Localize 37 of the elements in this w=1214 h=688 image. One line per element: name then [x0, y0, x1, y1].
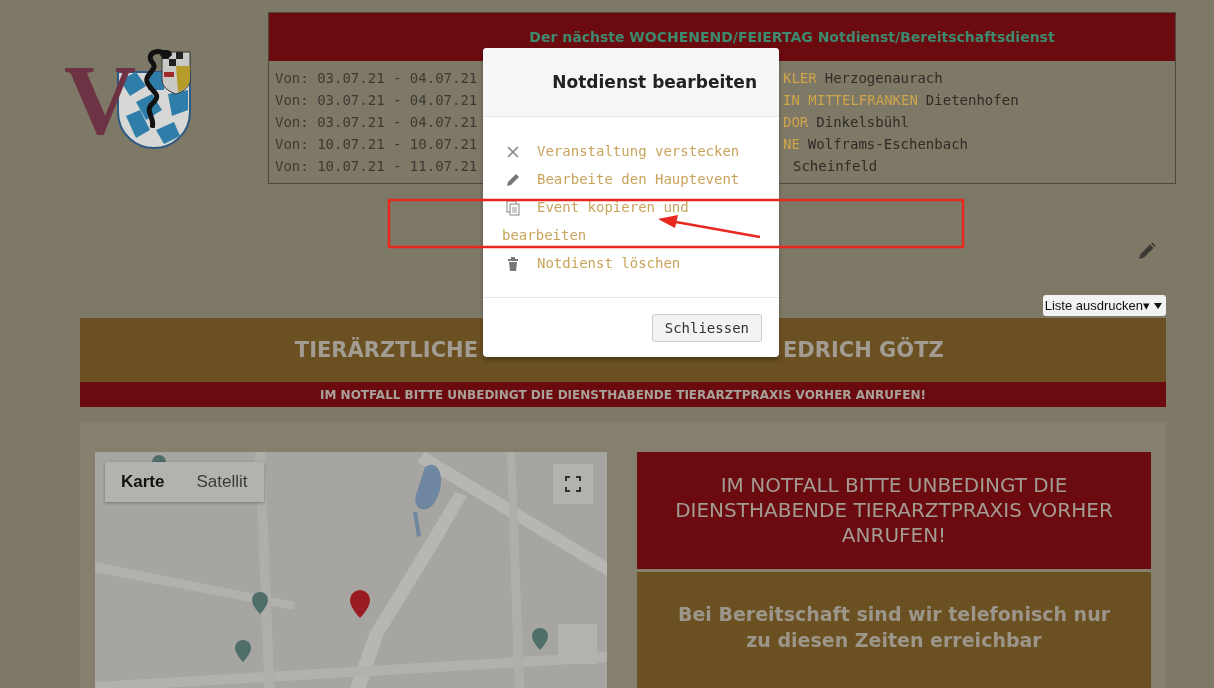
map-type-tab[interactable]: Satellit [180, 462, 264, 502]
banner-title: TIERÄRZTLICHE [294, 338, 478, 362]
clinic-name[interactable]: KLER [783, 70, 817, 86]
dialog-action-link[interactable]: Notdienst löschen [502, 249, 760, 277]
close-icon [505, 144, 521, 160]
dialog-action-link[interactable]: Event kopieren und bearbeiten [502, 193, 760, 249]
pencil-icon [505, 172, 521, 188]
date-range: Von: 03.07.21 - 04.07.21 [275, 70, 478, 86]
clinic-town: Scheinfeld [793, 158, 878, 174]
pencil-icon[interactable] [1138, 242, 1156, 260]
dialog-action-link[interactable]: Veranstaltung verstecken [502, 137, 760, 165]
date-range: Von: 10.07.21 - 11.07.21 [275, 158, 478, 174]
map-type-tab[interactable]: Karte [105, 462, 181, 502]
clinic-town: Dietenhofen [925, 92, 1019, 108]
hours-notice: Bei Bereitschaft sind wir telefonisch nur zu diesen Zeiten erreichbar [637, 572, 1151, 688]
copy-icon [505, 200, 521, 216]
notice-title: Der nächste WOCHENEND/FEIERTAG Notdienst/Bereitschaftsdienst [269, 13, 1175, 61]
print-list-select[interactable]: Liste ausdrucken▾ [1042, 295, 1166, 316]
emergency-strip: IM NOTFALL BITTE UNBEDINGT DIE DIENSTHABENDE TIERARZTPRAXIS VORHER ANRUFEN! [80, 382, 1166, 407]
clinic-name[interactable]: DOR [783, 114, 809, 130]
clinic-town: Dinkelsbühl [816, 114, 909, 130]
caret-icon [1154, 302, 1162, 309]
clinic-name[interactable]: IN MITTELFRANKEN [783, 92, 918, 108]
banner-title: EDRICH GÖTZ [783, 338, 945, 362]
fullscreen-button[interactable] [553, 464, 593, 504]
clinic-name[interactable]: NE [783, 136, 800, 152]
date-range: Von: 10.07.21 - 10.07.21 [275, 136, 478, 152]
close-button[interactable]: Schliessen [651, 313, 762, 342]
clinic-town: Herzogenaurach [824, 70, 943, 86]
date-range: Von: 03.07.21 - 04.07.21 [275, 92, 478, 108]
emergency-notice: IM NOTFALL BITTE UNBEDINGT DIE DIENSTHABENDE TIERARZTPRAXIS VORHER ANRUFEN! [637, 452, 1151, 569]
fullscreen-icon [565, 476, 581, 492]
date-range: Von: 03.07.21 - 04.07.21 [275, 114, 478, 130]
dialog-title: Notdienst bearbeiten [552, 72, 757, 92]
dialog-action-link[interactable]: Bearbeite den Hauptevent [502, 165, 760, 193]
clinic-town: Wolframs-Eschenbach [807, 136, 968, 152]
trash-icon [505, 256, 521, 272]
